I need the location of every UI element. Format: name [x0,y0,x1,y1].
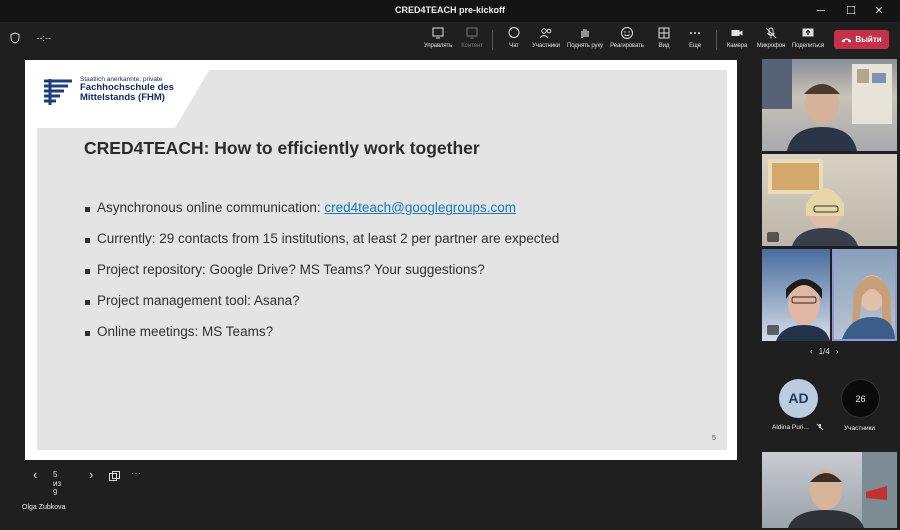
react-button[interactable]: Реагировать [607,26,647,49]
people-icon [540,28,552,39]
slide-sorter-icon[interactable] [109,471,120,482]
meeting-toolbar: --:-- Управлять Контент Чат Участники По… [0,22,900,56]
bullet-item: Project management tool: Asana? [85,293,559,324]
pager-next-button[interactable]: › [836,347,839,356]
self-video-tile[interactable] [762,452,897,528]
slide-page-number: 5 [712,435,716,442]
mic-off-indicator [767,232,779,242]
prev-slide-button[interactable]: ‹ [33,467,37,482]
minimize-button[interactable]: ─ [808,3,834,19]
participants-overflow-label: Участники [844,425,876,432]
participant-video-tile-active[interactable] [832,249,897,341]
more-label: Еще [689,43,701,49]
raise-hand-label: Поднять руку [567,43,603,49]
mic-off-icon [765,27,777,39]
content-label: Контент [461,43,483,49]
mic-button[interactable]: Микрофон [751,26,791,49]
participants-label: Участники [532,43,560,49]
title-bar: CRED4TEACH pre-kickoff ─ ☐ ✕ [0,0,900,22]
shield-icon [10,32,20,44]
participant-video-tile[interactable] [762,154,897,246]
mic-off-icon [816,423,824,431]
participant-pager: ‹ 1/4 › [810,347,838,356]
participant-video [762,59,892,151]
close-window-button[interactable]: ✕ [866,3,892,19]
react-label: Реагировать [610,43,644,49]
participant-video [768,159,858,246]
logo-line-3: Mittelstands (FHM) [80,92,165,103]
more-button[interactable]: Еще [675,26,715,49]
presenter-name: Olga Zubkova [22,504,66,511]
manage-icon [432,27,444,39]
slide-bullet-list: Asynchronous online communication: cred4… [85,200,559,355]
email-link[interactable]: cred4teach@googlegroups.com [324,200,516,215]
raise-hand-button[interactable]: Поднять руку [565,26,605,49]
share-label: Поделиться [791,43,825,49]
participants-button[interactable]: Участники [526,26,566,49]
slide-more-button[interactable]: ··· [131,468,141,479]
smiley-icon [621,27,633,39]
participant-video-tile[interactable] [762,59,897,151]
slide-title: CRED4TEACH: How to efficiently work toge… [84,138,480,158]
self-video [788,452,897,528]
hand-icon [581,29,589,38]
maximize-button[interactable]: ☐ [838,3,864,19]
participant-name: Aldina Puri... [772,424,809,431]
chat-icon [508,27,520,38]
mic-off-indicator [767,325,779,335]
fhm-logo-icon [44,79,72,105]
participant-video [842,275,895,339]
avatar[interactable]: AD [779,379,818,418]
content-button[interactable]: Контент [452,26,492,49]
window-title: CRED4TEACH pre-kickoff [394,5,506,15]
mic-label: Микрофон [756,43,786,49]
pager-prev-button[interactable]: ‹ [810,347,813,356]
share-button[interactable]: Поделиться [788,26,828,49]
pager-position: 1/4 [818,347,830,356]
bullet-item: Online meetings: MS Teams? [85,324,559,355]
meeting-info: --:-- [10,32,51,44]
more-icon [690,32,700,34]
next-slide-button[interactable]: › [89,467,93,482]
participant-video-tile[interactable] [762,249,830,341]
leave-label: Выйти [855,35,882,44]
leave-button[interactable]: Выйти [834,30,889,49]
meeting-timer: --:-- [36,33,52,43]
toolbar-divider [492,30,493,50]
slide-position: 5 из 9 [53,470,62,497]
grid-icon [658,27,670,39]
bullet-text: Asynchronous online communication: [97,200,325,215]
content-icon [466,27,478,39]
camera-icon [731,30,743,36]
logo-text: Staatlich anerkannte, private Fachhochsc… [80,76,174,103]
bullet-item: Asynchronous online communication: cred4… [85,200,559,231]
share-icon [802,28,814,37]
phone-hangup-icon [841,38,852,43]
bullet-item: Project repository: Google Drive? MS Tea… [85,262,559,293]
participant-count-avatar[interactable]: 26 [841,379,880,418]
bullet-item: Currently: 29 contacts from 15 instituti… [85,231,559,262]
